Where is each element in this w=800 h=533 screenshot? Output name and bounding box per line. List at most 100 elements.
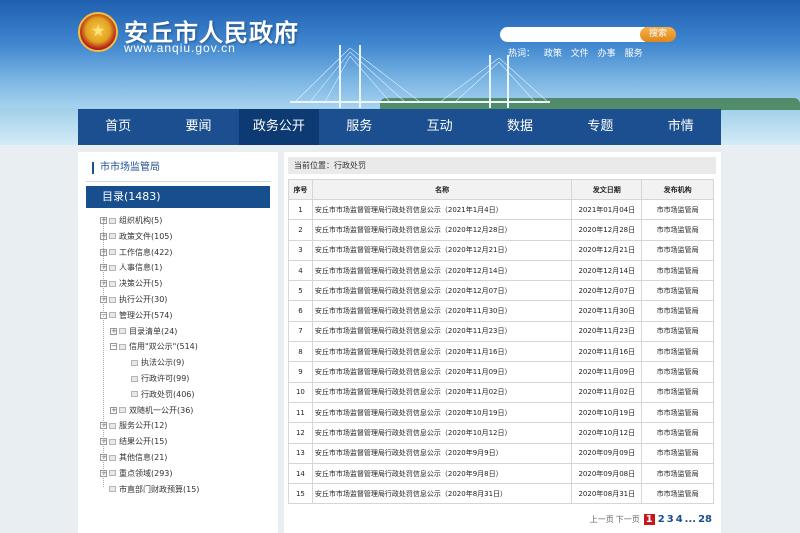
row-publisher: 市市场监管局 <box>641 381 714 403</box>
folder-icon <box>109 280 116 287</box>
nav-item-topics[interactable]: 专题 <box>560 109 640 145</box>
table-header-row: 序号 名称 发文日期 发布机构 <box>288 179 714 200</box>
nav-item-home[interactable]: 首页 <box>78 109 158 145</box>
tree-item-label: 工作信息(422) <box>119 247 173 257</box>
tree-item[interactable]: 市直部门财政预算(15) <box>100 483 199 497</box>
page-link-4[interactable]: 4 <box>676 514 683 525</box>
row-title-link[interactable]: 安丘市市场监督管理局行政处罚信息公示（2020年12月21日） <box>311 239 573 261</box>
row-date: 2020年11月02日 <box>571 381 643 403</box>
tree-item[interactable]: + 结果公开(15) <box>100 435 167 449</box>
row-publisher: 市市场监管局 <box>641 280 714 302</box>
tree-item[interactable]: + 政策文件(105) <box>100 230 173 244</box>
table-row: 6 安丘市市场监督管理局行政处罚信息公示（2020年11月30日） 2020年11月… <box>288 300 714 322</box>
tree-item[interactable]: + 重点领域(293) <box>100 467 173 481</box>
tree-item[interactable]: + 工作信息(422) <box>100 246 173 260</box>
tree-guide-line <box>103 218 104 487</box>
table-row: 14 安丘市市场监督管理局行政处罚信息公示（2020年9月8日） 2020年09月0… <box>288 462 714 485</box>
folder-icon <box>109 264 116 271</box>
catalog-header[interactable]: 目录(1483) <box>86 186 270 208</box>
prev-page-link[interactable]: 上一页 <box>590 514 614 525</box>
tree-item[interactable]: + 其他信息(21) <box>100 451 167 465</box>
next-page-link[interactable]: 下一页 <box>616 514 640 525</box>
row-title-link[interactable]: 安丘市市场监督管理局行政处罚信息公示（2020年9月8日） <box>311 462 573 485</box>
tree-item[interactable]: + 组织机构(5) <box>100 214 162 228</box>
row-title-link[interactable]: 安丘市市场监督管理局行政处罚信息公示（2020年11月09日） <box>311 361 573 383</box>
tree-item[interactable]: + 人事信息(1) <box>100 261 162 275</box>
row-title-link[interactable]: 安丘市市场监督管理局行政处罚信息公示（2020年10月19日） <box>311 401 573 424</box>
expand-icon[interactable]: + <box>110 327 117 335</box>
tree-item[interactable]: 行政许可(99) <box>122 372 189 386</box>
tree-item[interactable]: + 决策公开(5) <box>100 277 162 291</box>
row-date: 2020年08月31日 <box>571 483 643 505</box>
row-publisher: 市市场监管局 <box>641 442 714 464</box>
nav-item-news[interactable]: 要闻 <box>158 109 238 145</box>
table-body: 1 安丘市市场监督管理局行政处罚信息公示（2021年1月4日） 2021年01月04… <box>288 198 714 505</box>
folder-icon <box>109 312 116 319</box>
table-row: 13 安丘市市场监督管理局行政处罚信息公示（2020年9月9日） 2020年09月0… <box>288 442 714 464</box>
row-title-link[interactable]: 安丘市市场监督管理局行政处罚信息公示（2020年12月14日） <box>311 259 573 282</box>
collapse-icon[interactable]: − <box>110 343 117 351</box>
tree-item[interactable]: 执法公示(9) <box>122 356 184 370</box>
tree-item[interactable]: 行政处罚(406) <box>122 388 195 402</box>
main-content: 当前位置：行政处罚 序号 名称 发文日期 发布机构 1 安丘市市场监督管理局行政处… <box>284 152 721 533</box>
table-row: 7 安丘市市场监督管理局行政处罚信息公示（2020年11月23日） 2020年11月… <box>288 320 714 343</box>
row-title-link[interactable]: 安丘市市场监督管理局行政处罚信息公示（2020年10月12日） <box>311 422 573 444</box>
row-index: 1 <box>288 198 313 221</box>
tree-item-label: 执行公开(30) <box>119 295 168 304</box>
row-title-link[interactable]: 安丘市市场监督管理局行政处罚信息公示（2020年11月02日） <box>311 381 573 403</box>
row-date: 2021年01月04日 <box>571 198 643 221</box>
nav-item-city-info[interactable]: 市情 <box>641 109 721 145</box>
hotword-link[interactable]: 服务 <box>625 49 643 59</box>
row-publisher: 市市场监管局 <box>641 239 714 261</box>
folder-icon <box>119 407 126 414</box>
folder-icon <box>131 375 138 382</box>
tree-item[interactable]: − 管理公开(574) <box>100 309 173 323</box>
tree-item[interactable]: + 双随机一公开(36) <box>110 404 193 418</box>
row-publisher: 市市场监管局 <box>641 219 714 241</box>
table-row: 4 安丘市市场监督管理局行政处罚信息公示（2020年12月14日） 2020年12月… <box>288 259 714 282</box>
nav-item-service[interactable]: 服务 <box>319 109 399 145</box>
row-date: 2020年10月12日 <box>571 422 643 444</box>
last-page-link[interactable]: 28 <box>698 514 712 525</box>
row-title-link[interactable]: 安丘市市场监督管理局行政处罚信息公示（2020年11月23日） <box>311 320 573 343</box>
tree-item-label: 管理公开(574) <box>119 310 173 320</box>
tree-item[interactable]: + 执行公开(30) <box>100 293 167 307</box>
hotword-link[interactable]: 政策 <box>544 49 562 59</box>
row-title-link[interactable]: 安丘市市场监督管理局行政处罚信息公示（2020年8月31日） <box>311 483 573 505</box>
folder-icon <box>109 217 116 224</box>
nav-item-gov-affairs[interactable]: 政务公开 <box>238 109 320 145</box>
row-date: 2020年10月19日 <box>571 401 643 424</box>
folder-icon <box>119 343 126 350</box>
row-title-link[interactable]: 安丘市市场监督管理局行政处罚信息公示（2020年12月07日） <box>311 280 573 302</box>
expand-icon[interactable]: + <box>110 406 117 414</box>
tree-item[interactable]: + 服务公开(12) <box>100 419 167 433</box>
row-title-link[interactable]: 安丘市市场监督管理局行政处罚信息公示（2020年11月16日） <box>311 341 573 363</box>
tree-item[interactable]: + 目录清单(24) <box>110 325 177 339</box>
table-row: 9 安丘市市场监督管理局行政处罚信息公示（2020年11月09日） 2020年11月… <box>288 361 714 383</box>
row-index: 7 <box>288 320 313 343</box>
search-input[interactable] <box>500 27 645 42</box>
hotword-link[interactable]: 文件 <box>571 49 589 59</box>
row-title-link[interactable]: 安丘市市场监督管理局行政处罚信息公示（2020年12月28日） <box>311 219 573 241</box>
row-index: 9 <box>288 361 313 383</box>
col-header-index: 序号 <box>288 179 313 200</box>
row-title-link[interactable]: 安丘市市场监督管理局行政处罚信息公示（2021年1月4日） <box>311 198 573 221</box>
row-title-link[interactable]: 安丘市市场监督管理局行政处罚信息公示（2020年9月9日） <box>311 442 573 464</box>
page-link-2[interactable]: 2 <box>658 514 665 525</box>
nav-item-interaction[interactable]: 互动 <box>400 109 480 145</box>
search-button[interactable]: 搜索 <box>640 27 676 42</box>
tree-item[interactable]: − 信用"双公示"(514) <box>110 340 198 354</box>
table-row: 2 安丘市市场监督管理局行政处罚信息公示（2020年12月28日） 2020年12月… <box>288 219 714 241</box>
row-publisher: 市市场监管局 <box>641 401 714 424</box>
row-index: 12 <box>288 422 313 444</box>
page-link-3[interactable]: 3 <box>667 514 674 525</box>
nav-item-data[interactable]: 数据 <box>480 109 560 145</box>
folder-icon <box>131 391 138 398</box>
hotword-link[interactable]: 办事 <box>598 49 616 59</box>
row-publisher: 市市场监管局 <box>641 483 714 505</box>
sidebar: 市市场监管局 目录(1483) + 组织机构(5) + 政策文件(105) + 工作信息(… <box>78 152 278 533</box>
col-header-date: 发文日期 <box>571 179 643 200</box>
hotwords-bar: 热词： 政策 文件 办事 服务 <box>508 46 649 59</box>
row-title-link[interactable]: 安丘市市场监督管理局行政处罚信息公示（2020年11月30日） <box>311 300 573 322</box>
row-index: 8 <box>288 341 313 363</box>
